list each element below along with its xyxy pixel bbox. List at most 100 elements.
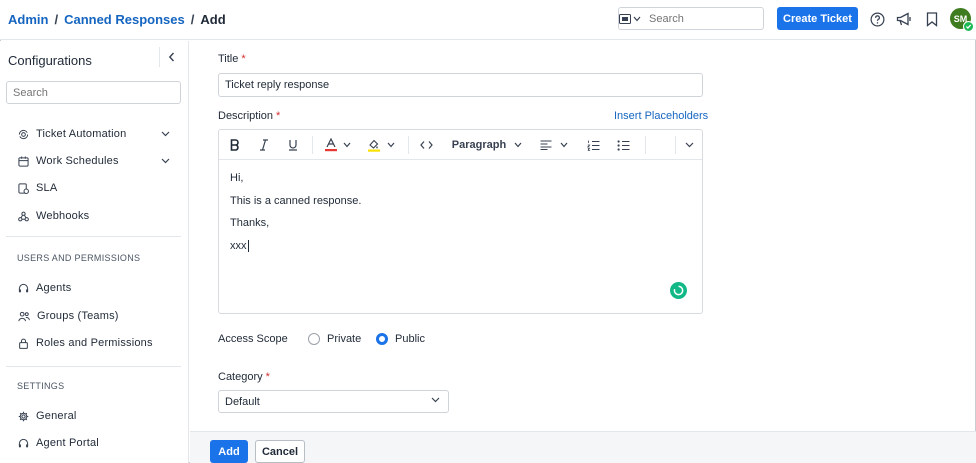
sla-icon: [18, 182, 29, 194]
underline-button[interactable]: [285, 136, 301, 154]
sidebar-item-label: Work Schedules: [36, 155, 119, 167]
chevron-down-icon: [431, 397, 440, 403]
editor-line: This is a canned response.: [230, 194, 362, 207]
announcements-button[interactable]: [895, 10, 913, 28]
access-scope-private-radio[interactable]: Private: [308, 333, 361, 345]
breadcrumb-canned-responses-link[interactable]: Canned Responses: [64, 12, 185, 27]
chevron-down-icon: [343, 142, 351, 148]
sidebar-item-work-schedules[interactable]: Work Schedules: [18, 152, 119, 170]
automation-icon: [18, 129, 29, 139]
bulleted-list-button[interactable]: [615, 136, 631, 154]
sidebar-item-label: Agent Portal: [36, 437, 99, 449]
loading-spinner-icon: [673, 285, 684, 296]
sidebar-item-ticket-automation[interactable]: Ticket Automation: [18, 125, 126, 143]
text-caret: [247, 239, 249, 252]
group-icon: [18, 311, 30, 321]
sidebar-divider: [6, 236, 181, 237]
user-avatar[interactable]: SM: [950, 8, 974, 32]
headset-icon: [18, 283, 29, 292]
sidebar: Configurations Ticket Automation Work Sc…: [0, 41, 189, 463]
help-button[interactable]: [868, 10, 886, 28]
sidebar-item-label: Groups (Teams): [37, 310, 119, 322]
font-color-icon: [325, 138, 337, 152]
sidebar-item-webhooks[interactable]: Webhooks: [18, 207, 89, 225]
chevron-down-icon: [387, 142, 395, 148]
rich-text-editor: Paragraph Hi, This is a canned response.: [218, 129, 703, 314]
chevron-down-icon: [633, 16, 641, 21]
breadcrumb-separator: /: [190, 12, 195, 27]
bold-button[interactable]: [227, 136, 243, 154]
chevron-down-icon[interactable]: [161, 131, 170, 137]
sidebar-item-label: Ticket Automation: [36, 128, 127, 140]
sidebar-section-settings: SETTINGS: [17, 381, 65, 391]
code-button[interactable]: [417, 136, 435, 154]
category-selected-value: Default: [225, 395, 260, 408]
access-scope-public-radio[interactable]: Public: [376, 333, 425, 345]
chevron-down-icon[interactable]: [161, 158, 170, 164]
webhook-icon: [18, 211, 29, 221]
access-scope-label: Access Scope: [218, 333, 288, 345]
toolbar-separator: [675, 136, 676, 154]
ticket-icon: [619, 13, 631, 24]
numbered-list-button[interactable]: [585, 136, 601, 154]
sidebar-item-label: Roles and Permissions: [36, 337, 153, 349]
radio-indicator: [308, 333, 320, 345]
sidebar-search-input[interactable]: [6, 81, 181, 104]
chevron-down-icon: [514, 142, 522, 148]
toolbar-separator: [312, 136, 313, 154]
sidebar-item-label: Webhooks: [36, 210, 90, 222]
add-button[interactable]: Add: [210, 440, 248, 463]
toolbar-separator: [645, 136, 646, 154]
sidebar-item-label: General: [36, 410, 77, 422]
breadcrumb: Admin / Canned Responses / Add: [8, 12, 226, 27]
required-mark: *: [265, 371, 270, 383]
highlighter-icon: [368, 139, 380, 152]
editor-content[interactable]: Hi, This is a canned response. Thanks, x…: [230, 172, 361, 262]
title-input[interactable]: [218, 73, 703, 97]
font-color-button[interactable]: [323, 136, 353, 154]
sidebar-item-sla[interactable]: SLA: [18, 179, 57, 197]
headset-icon: [18, 438, 29, 447]
global-search-box: [618, 7, 802, 30]
chevron-left-icon: [168, 52, 175, 62]
create-ticket-button[interactable]: Create Ticket: [777, 7, 858, 30]
bold-icon: [230, 139, 239, 151]
italic-icon: [260, 139, 268, 151]
global-search-input[interactable]: [641, 8, 791, 29]
radio-label: Private: [327, 333, 362, 345]
lock-icon: [19, 338, 28, 349]
category-label: Category *: [218, 371, 270, 383]
megaphone-icon: [896, 11, 911, 26]
insert-placeholders-link[interactable]: Insert Placeholders: [614, 110, 708, 122]
toolbar-separator: [408, 136, 409, 154]
bulleted-list-icon: [617, 139, 629, 151]
paragraph-style-value: Paragraph: [451, 139, 507, 151]
paragraph-style-dropdown[interactable]: Paragraph: [451, 136, 523, 154]
highlight-color-button[interactable]: [365, 136, 397, 154]
category-select[interactable]: Default: [218, 390, 449, 413]
sidebar-item-agent-portal[interactable]: Agent Portal: [18, 434, 99, 452]
required-mark: *: [276, 110, 281, 122]
bookmarks-button[interactable]: [923, 10, 941, 28]
sidebar-item-agents[interactable]: Agents: [18, 279, 71, 297]
editor-line: Hi,: [230, 172, 244, 184]
sidebar-item-roles-and-permissions[interactable]: Roles and Permissions: [18, 334, 153, 352]
grammar-assistant-button[interactable]: [670, 282, 687, 299]
editor-line: xxx: [230, 239, 247, 252]
sidebar-item-groups-teams[interactable]: Groups (Teams): [18, 307, 119, 325]
sidebar-item-general[interactable]: General: [18, 407, 77, 425]
editor-line-with-caret: xxx: [230, 240, 361, 263]
editor-toolbar: Paragraph: [219, 130, 702, 160]
cancel-button[interactable]: Cancel: [255, 440, 305, 463]
radio-indicator-selected: [376, 333, 388, 345]
collapse-sidebar-button[interactable]: [159, 47, 183, 67]
search-scope-dropdown[interactable]: [619, 8, 641, 29]
alignment-dropdown[interactable]: [538, 136, 570, 154]
italic-button[interactable]: [256, 136, 272, 154]
breadcrumb-admin-link[interactable]: Admin: [8, 12, 48, 27]
more-tools-dropdown[interactable]: [681, 136, 697, 154]
code-icon: [419, 141, 433, 149]
underline-icon: [289, 140, 297, 151]
breadcrumb-separator: /: [54, 12, 59, 27]
top-header: Admin / Canned Responses / Add Create Ti…: [0, 0, 976, 40]
